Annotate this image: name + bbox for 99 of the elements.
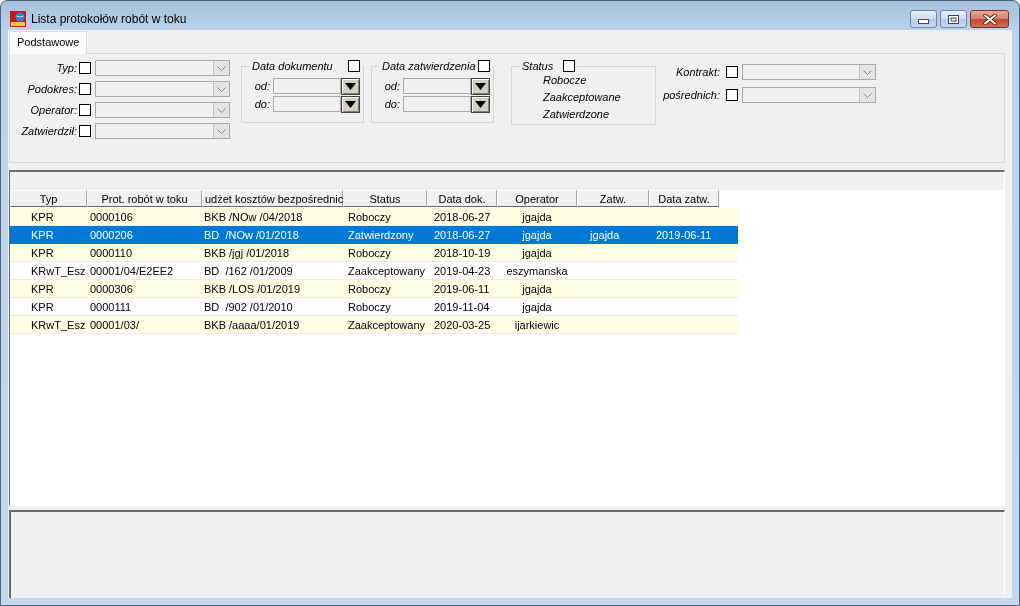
table-row[interactable]: KPR 0000106 BKB /NOw /04/2018 Roboczy 2018-06-27 jgajda [10,208,738,226]
table-cell-text: Roboczy [347,299,392,315]
table-cell-text: 2018-06-27 [433,227,492,243]
chevron-down-icon [217,65,226,71]
window-title: Lista protokołów robót w toku [31,12,187,26]
table-cell-text: jgajda [588,227,621,243]
table-cell-text: KPR [30,281,55,297]
table-row[interactable]: KPR 0000306 BKB /LOS /01/2019 Roboczy 2019-06-11 jgajda [10,280,738,298]
date-label: do: [253,98,270,110]
table-cell-text: Zaakceptowany [347,317,427,333]
table-cell-text: KPR [30,299,55,315]
table-cell-text: BKB /LOS /01/2019 [203,281,301,297]
table-cell-text: 2019-06-11 [655,227,713,243]
status-label: Zaakceptowane [543,90,621,105]
filter-label: Zatwierdził: [20,125,77,137]
table-cell-text: Zatwierdzony [347,227,415,243]
table-cell-text: 0000306 [89,281,134,297]
table-cell-text: ijarkiewic [513,317,561,333]
chevron-down-icon [217,107,226,113]
column-header[interactable]: Data dok. [427,190,497,207]
maximize-button[interactable] [940,10,967,28]
status-label: Robocze [543,73,587,88]
table-row[interactable]: KPR 0000206 BD /NOw /01/2018 Zatwierdzony 2018-06-27 jgajda jgajda 2019-06-11 [10,226,738,244]
column-header[interactable]: Data zatw. [649,190,719,207]
column-header[interactable]: Zatw. [577,190,649,207]
chevron-down-icon [217,86,226,92]
table-cell-text: jgajda [521,209,553,225]
table-cell-text: 00001/03/ [89,317,140,333]
maximize-icon [948,14,959,24]
caret-down-icon [345,82,356,90]
caret-down-icon [345,100,356,108]
minimize-icon [918,19,929,24]
table-cell-text: jgajda [521,227,553,243]
close-icon [982,13,997,25]
table-cell-text: 2019-11-04 [433,299,491,315]
table-cell-text: Roboczy [347,281,392,297]
table-cell-text: jgajda [521,281,553,297]
filter-label: Podokres: [26,83,77,95]
table-cell-text: BD /162 /01/2009 [203,263,294,279]
table-cell-text: BKB /aaaa/01/2019 [203,317,301,333]
table-cell-text: BD /NOw /01/2018 [203,227,300,243]
chevron-down-icon [217,128,226,134]
table-row[interactable]: KPR 0000110 BKB /jgj /01/2018 Roboczy 2018-10-19 jgajda [10,244,738,262]
dropdown-button[interactable] [471,95,490,113]
table-cell-text: Zaakceptowany [347,263,427,279]
table-cell-text: BD /902 /01/2010 [203,299,294,315]
app-icon [10,11,26,27]
table-cell-text: eszymanska [505,263,569,279]
table-cell-text: KRwT_Esz [30,263,87,279]
column-header[interactable]: Prot. robót w toku [87,190,202,207]
column-header[interactable]: udżet kosztów bezpośrednic [202,190,343,207]
table-cell-text: KPR [30,227,55,243]
table-row[interactable]: KRwT_Esz 00001/03/ BKB /aaaa/01/2019 Zaakceptowany 2020-03-25 ijarkiewic [10,316,738,334]
table-cell-text: jgajda [521,245,553,261]
minimize-button[interactable] [910,10,937,28]
chevron-down-icon [863,92,872,98]
group-title: Data dokumentu [252,60,333,72]
date-label: od: [383,80,400,92]
checkbox[interactable] [478,60,490,72]
table-cell-text: KRwT_Esz [30,317,87,333]
table-cell-text: 2018-06-27 [433,209,492,225]
dropdown-button[interactable] [471,77,490,95]
column-header[interactable]: Operator [497,190,577,207]
table-cell-text: 2018-10-19 [433,245,492,261]
table-cell-text: 0000111 [89,299,133,315]
table-cell-text: Roboczy [347,209,392,225]
table-cell-text: 0000110 [89,245,133,261]
table-cell-text: 0000206 [89,227,134,243]
table-cell-text: jgajda [521,299,553,315]
table-cell-text: Roboczy [347,245,392,261]
status-label: Zatwierdzone [543,107,610,122]
filter-label: Operator: [29,104,77,116]
column-header[interactable]: Status [343,190,427,207]
table-cell-text: 2020-03-25 [433,317,492,333]
checkbox[interactable] [563,60,576,72]
date-label: do: [383,98,400,110]
table-cell-text: 00001/04/E2EE2 [89,263,175,279]
table-cell-text: 2019-06-11 [433,281,491,297]
dropdown-button[interactable] [341,95,360,113]
table-cell-text: KPR [30,245,55,261]
caret-down-icon [475,82,486,90]
close-button[interactable] [970,10,1009,28]
chevron-down-icon [863,69,872,75]
table-cell-text: BKB /NOw /04/2018 [203,209,304,225]
filter-label: Kontrakt: [674,66,720,78]
group-title: Status [522,60,554,72]
checkbox[interactable] [348,60,360,72]
date-label: od: [253,80,270,92]
group-title: Data zatwierdzenia [382,60,476,72]
table-cell-text: BKB /jgj /01/2018 [203,245,290,261]
column-header[interactable]: Typ [10,190,87,207]
table-cell-text: 2019-04-23 [433,263,492,279]
table-cell-text: KPR [30,209,55,225]
table-cell-text: 0000106 [89,209,134,225]
caret-down-icon [475,100,486,108]
filter-label: Typ: [55,62,77,74]
tab[interactable]: Podstawowe [9,31,88,54]
filter-label: pośrednich: [662,89,720,101]
dropdown-button[interactable] [341,77,360,95]
